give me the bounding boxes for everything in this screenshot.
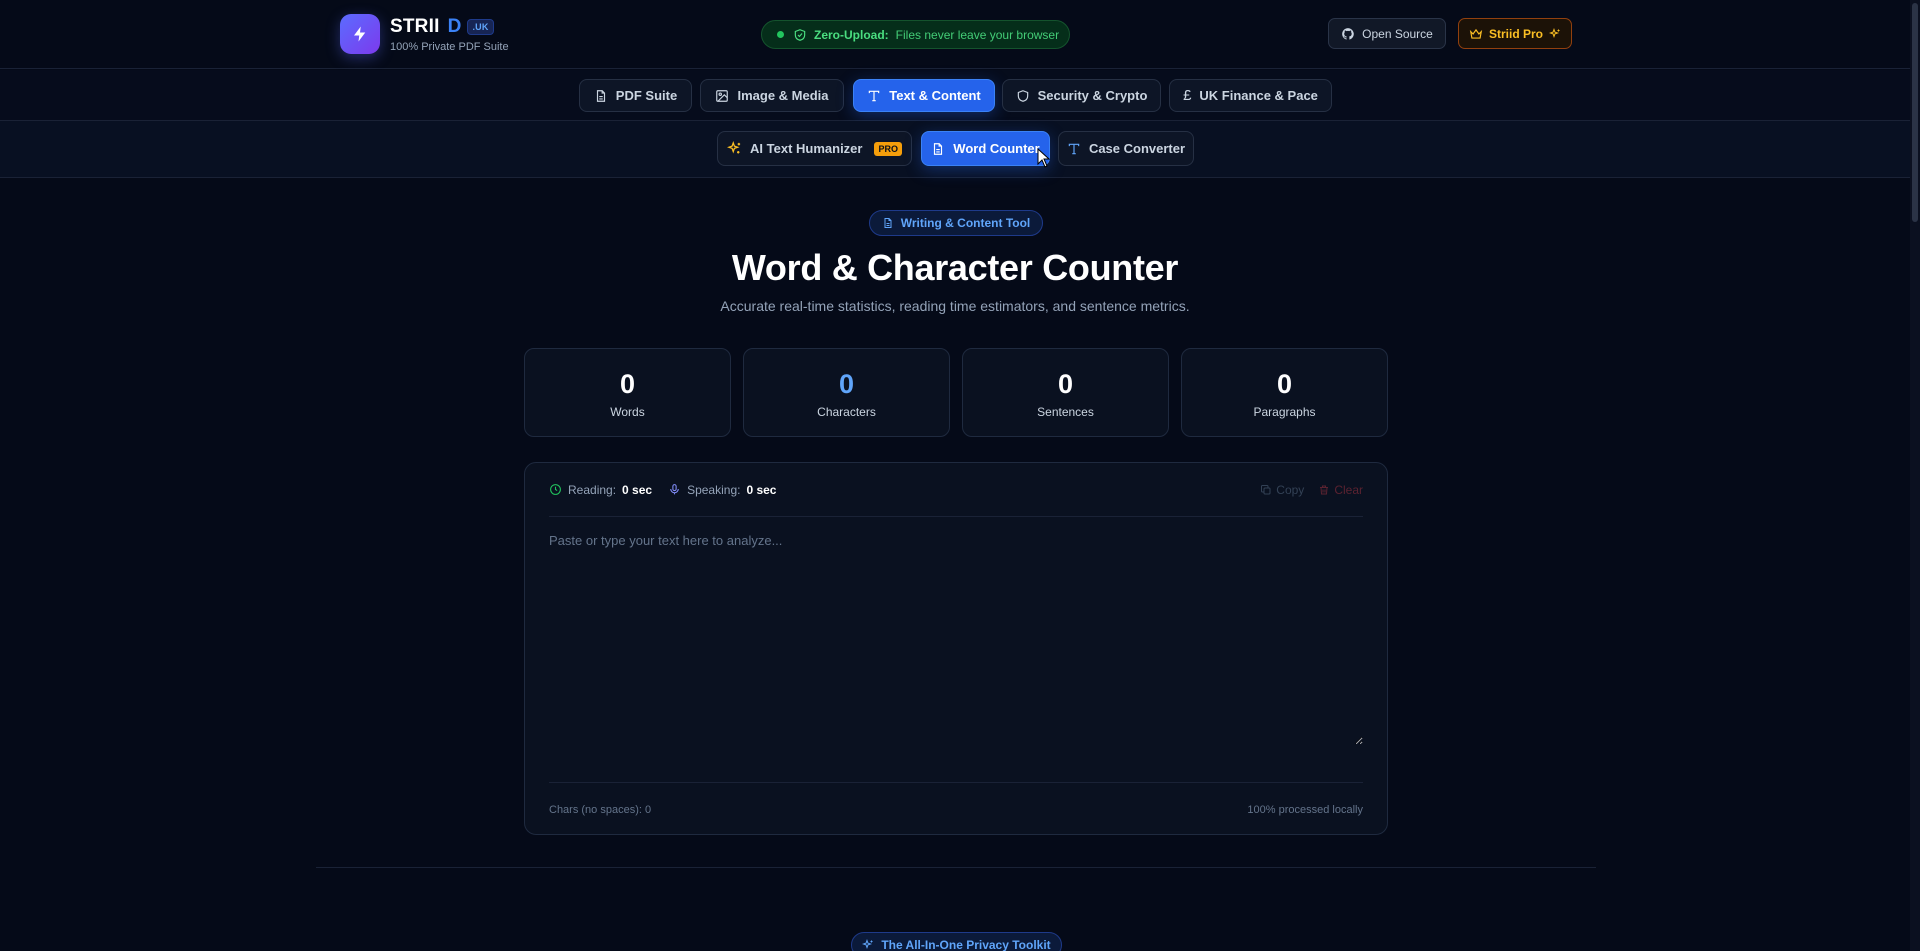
stat-value: 0	[1276, 369, 1293, 399]
image-icon	[715, 89, 729, 103]
copy-label: Copy	[1276, 482, 1305, 497]
brand-name: STRII D .UK	[390, 16, 509, 38]
shield-check-icon	[793, 28, 807, 42]
file-text-icon	[931, 142, 945, 156]
stat-card-characters: 0 Characters	[743, 348, 950, 437]
zero-upload-text: Files never leave your browser	[895, 27, 1060, 42]
speaking-value: 0 sec	[746, 482, 777, 497]
local-processing-note: 100% processed locally	[1247, 803, 1363, 816]
sparkles-icon	[862, 939, 874, 951]
stat-card-sentences: 0 Sentences	[962, 348, 1169, 437]
stat-value: 0	[1057, 369, 1074, 399]
stat-label: Paragraphs	[1253, 405, 1316, 419]
brand-tld-badge: .UK	[467, 18, 494, 35]
tab-pdf-suite[interactable]: PDF Suite	[579, 79, 692, 112]
clear-label: Clear	[1334, 482, 1363, 497]
brand-name-text: STRII	[390, 15, 440, 37]
file-text-icon	[882, 217, 894, 229]
tab-ai-text-humanizer[interactable]: AI Text Humanizer PRO	[717, 131, 912, 166]
striid-pro-button[interactable]: Striid Pro	[1458, 18, 1572, 49]
brand-tagline: 100% Private PDF Suite	[390, 40, 509, 53]
category-chip: Writing & Content Tool	[869, 210, 1043, 236]
speaking-time: Speaking: 0 sec	[668, 483, 776, 497]
reading-label: Reading:	[568, 482, 617, 497]
zero-upload-badge: Zero-Upload: Files never leave your brow…	[761, 20, 1070, 49]
open-source-button[interactable]: Open Source	[1328, 18, 1446, 49]
bolt-icon	[340, 14, 380, 54]
text-editor-panel: Reading: 0 sec Speaking: 0 sec Copy Clea…	[524, 462, 1388, 835]
stat-value: 0	[619, 369, 636, 399]
tab-security-crypto[interactable]: Security & Crypto	[1002, 79, 1161, 112]
category-nav: PDF Suite Image & Media Text & Content S…	[0, 70, 1910, 121]
tab-image-media[interactable]: Image & Media	[700, 79, 844, 112]
brand[interactable]: STRII D .UK 100% Private PDF Suite	[340, 14, 509, 54]
github-icon	[1341, 27, 1355, 41]
pro-badge: PRO	[874, 141, 902, 156]
chip-label: Writing & Content Tool	[900, 216, 1031, 230]
pound-icon: £	[1183, 87, 1192, 104]
stat-label: Sentences	[1037, 405, 1094, 419]
page-title: Word & Character Counter	[731, 247, 1179, 288]
brand-d-text: D	[447, 15, 462, 37]
tab-label: Security & Crypto	[1037, 88, 1148, 103]
tab-label: PDF Suite	[615, 88, 678, 103]
reading-time: Reading: 0 sec	[549, 483, 652, 497]
type-icon	[867, 89, 881, 103]
editor-footer: Chars (no spaces): 0 100% processed loca…	[549, 782, 1363, 836]
sparkles-icon	[1549, 27, 1561, 40]
top-header: STRII D .UK 100% Private PDF Suite Zero-…	[0, 0, 1910, 69]
sparkles-icon	[727, 141, 742, 156]
tab-word-counter[interactable]: Word Counter	[921, 131, 1050, 166]
chip-label: The All-In-One Privacy Toolkit	[881, 938, 1051, 951]
mouse-cursor-icon	[1037, 148, 1051, 168]
tab-uk-finance[interactable]: £ UK Finance & Pace	[1169, 79, 1332, 112]
shield-icon	[1016, 89, 1030, 103]
status-dot	[777, 31, 784, 38]
tab-label: UK Finance & Pace	[1199, 88, 1318, 103]
page-subtitle: Accurate real-time statistics, reading t…	[720, 298, 1190, 314]
stat-label: Characters	[817, 405, 876, 419]
striid-pro-label: Striid Pro	[1488, 26, 1543, 41]
tab-label: AI Text Humanizer	[750, 141, 863, 156]
chars-no-spaces: Chars (no spaces): 0	[549, 803, 652, 816]
trash-icon	[1318, 484, 1330, 496]
microphone-icon	[668, 483, 681, 496]
section-divider	[316, 867, 1596, 868]
crown-icon	[1469, 27, 1483, 41]
clock-icon	[549, 483, 562, 496]
editor-toolbar: Reading: 0 sec Speaking: 0 sec Copy Clea…	[549, 463, 1363, 517]
speaking-label: Speaking:	[687, 482, 741, 497]
tool-nav: AI Text Humanizer PRO Word Counter Case …	[0, 121, 1910, 178]
tab-label: Text & Content	[889, 88, 981, 103]
copy-button[interactable]: Copy	[1260, 483, 1304, 497]
open-source-label: Open Source	[1362, 26, 1433, 41]
zero-upload-label: Zero-Upload:	[814, 27, 889, 42]
stat-value: 0	[838, 369, 855, 399]
page-scrollbar[interactable]	[1910, 0, 1920, 951]
clear-button[interactable]: Clear	[1318, 483, 1363, 497]
toolkit-chip: The All-In-One Privacy Toolkit	[851, 932, 1062, 951]
reading-value: 0 sec	[622, 482, 653, 497]
tab-label: Word Counter	[953, 141, 1040, 156]
tab-case-converter[interactable]: Case Converter	[1058, 131, 1194, 166]
copy-icon	[1260, 484, 1272, 496]
scrollbar-thumb[interactable]	[1912, 3, 1918, 222]
file-text-icon	[594, 89, 608, 103]
tab-label: Case Converter	[1088, 141, 1186, 156]
stat-card-words: 0 Words	[524, 348, 731, 437]
tab-label: Image & Media	[737, 88, 829, 103]
stat-label: Words	[610, 405, 645, 419]
stat-card-paragraphs: 0 Paragraphs	[1181, 348, 1388, 437]
type-icon	[1067, 142, 1081, 156]
tab-text-content[interactable]: Text & Content	[853, 79, 995, 112]
text-input[interactable]	[549, 523, 1363, 745]
